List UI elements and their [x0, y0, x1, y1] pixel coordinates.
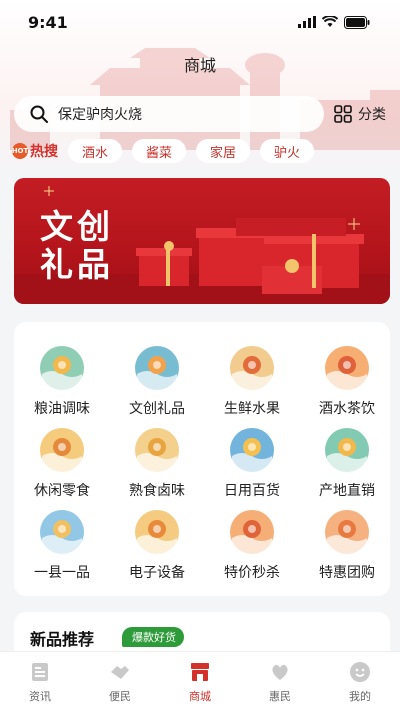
search-text: 保定驴肉火烧	[58, 107, 142, 123]
category-item[interactable]: 日用百货	[212, 426, 292, 506]
tab-heart-hands[interactable]: 惠民	[250, 660, 310, 704]
hot-chip[interactable]: 酱菜	[132, 139, 187, 163]
origin-direct-icon	[325, 428, 369, 473]
search-row: 保定驴肉火烧 分类	[14, 96, 386, 132]
page-title: 商城	[183, 56, 216, 75]
category-item[interactable]: 休闲零食	[22, 426, 102, 506]
category-label: 电子设备	[129, 565, 185, 581]
category-item[interactable]: 特价秒杀	[212, 508, 292, 588]
profile-icon	[350, 662, 370, 682]
tab-label: 便民	[109, 690, 131, 703]
status-bar: 9:41	[0, 0, 400, 44]
tab-news[interactable]: 资讯	[10, 660, 70, 704]
hot-search-label: HOT 热搜	[12, 141, 58, 161]
category-label: 粮油调味	[34, 401, 90, 417]
promo-banner[interactable]: 文创礼品	[14, 178, 390, 304]
banner-title: 文创礼品	[40, 207, 114, 284]
shop-icon	[191, 663, 209, 681]
category-item[interactable]: 一县一品	[22, 508, 102, 588]
status-time: 9:41	[28, 12, 68, 32]
snack-icon	[40, 428, 84, 473]
status-icons	[298, 15, 370, 29]
category-item[interactable]: 电子设备	[117, 508, 197, 588]
category-item[interactable]: 特惠团购	[307, 508, 387, 588]
category-item[interactable]: 产地直销	[307, 426, 387, 506]
tab-label: 惠民	[269, 690, 291, 703]
category-item[interactable]: 熟食卤味	[117, 426, 197, 506]
handshake-icon	[111, 666, 129, 679]
hot-chip[interactable]: 酒水	[68, 139, 123, 163]
cooked-food-icon	[135, 428, 179, 473]
bottom-tabbar: 资讯 便民 商城 惠民 我的	[0, 651, 400, 711]
tab-label: 资讯	[29, 690, 51, 703]
category-item[interactable]: 文创礼品	[117, 344, 197, 424]
category-label: 酒水茶饮	[319, 401, 375, 417]
wifi-icon	[322, 16, 338, 27]
county-product-icon	[40, 510, 84, 555]
category-label: 特惠团购	[319, 565, 375, 581]
hot-badge-icon: HOT	[12, 143, 28, 159]
grain-oil-icon	[40, 346, 84, 391]
fresh-fruit-icon	[230, 346, 274, 391]
signal-icon	[298, 16, 316, 28]
hot-search-row: HOT 热搜 酒水 酱菜 家居 驴火	[12, 138, 392, 164]
hot-chip[interactable]: 家居	[196, 139, 251, 163]
daily-goods-icon	[230, 428, 274, 473]
category-label: 休闲零食	[34, 483, 90, 499]
category-item[interactable]: 生鲜水果	[212, 344, 292, 424]
category-label: 文创礼品	[129, 401, 185, 417]
category-label: 一县一品	[34, 565, 90, 581]
category-label: 熟食卤味	[129, 483, 185, 499]
category-label: 分类	[358, 107, 386, 123]
new-products-title: 新品推荐	[30, 630, 95, 649]
drinks-icon	[325, 346, 369, 391]
group-buy-icon	[325, 510, 369, 555]
hot-goods-badge: 爆款好货	[122, 627, 184, 647]
battery-icon	[344, 15, 370, 29]
category-item[interactable]: 酒水茶饮	[307, 344, 387, 424]
flash-sale-icon	[230, 510, 274, 555]
grid-category-icon	[334, 105, 352, 123]
category-label: 产地直销	[319, 483, 375, 499]
category-label: 特价秒杀	[224, 565, 280, 581]
search-icon	[30, 105, 48, 123]
hot-chip[interactable]: 驴火	[260, 139, 315, 163]
tab-handshake[interactable]: 便民	[90, 660, 150, 704]
tab-shop[interactable]: 商城	[170, 660, 230, 704]
tab-label: 商城	[189, 690, 211, 703]
category-item[interactable]: 粮油调味	[22, 344, 102, 424]
category-label: 日用百货	[224, 483, 280, 499]
search-input[interactable]: 保定驴肉火烧	[14, 96, 324, 132]
news-icon	[32, 663, 48, 681]
tab-profile[interactable]: 我的	[330, 660, 390, 704]
category-grid: 粮油调味 文创礼品 生鲜水果 酒水茶饮休闲零食 熟食卤味 日用百货 产地直销一县一品 电子设备…	[14, 322, 390, 596]
category-label: 生鲜水果	[224, 401, 280, 417]
hot-search-text: 热搜	[30, 144, 58, 160]
tab-label: 我的	[349, 690, 371, 703]
category-button[interactable]: 分类	[334, 104, 386, 124]
electronics-icon	[135, 510, 179, 555]
gift-culture-icon	[135, 346, 179, 391]
heart-hands-icon	[272, 664, 288, 680]
